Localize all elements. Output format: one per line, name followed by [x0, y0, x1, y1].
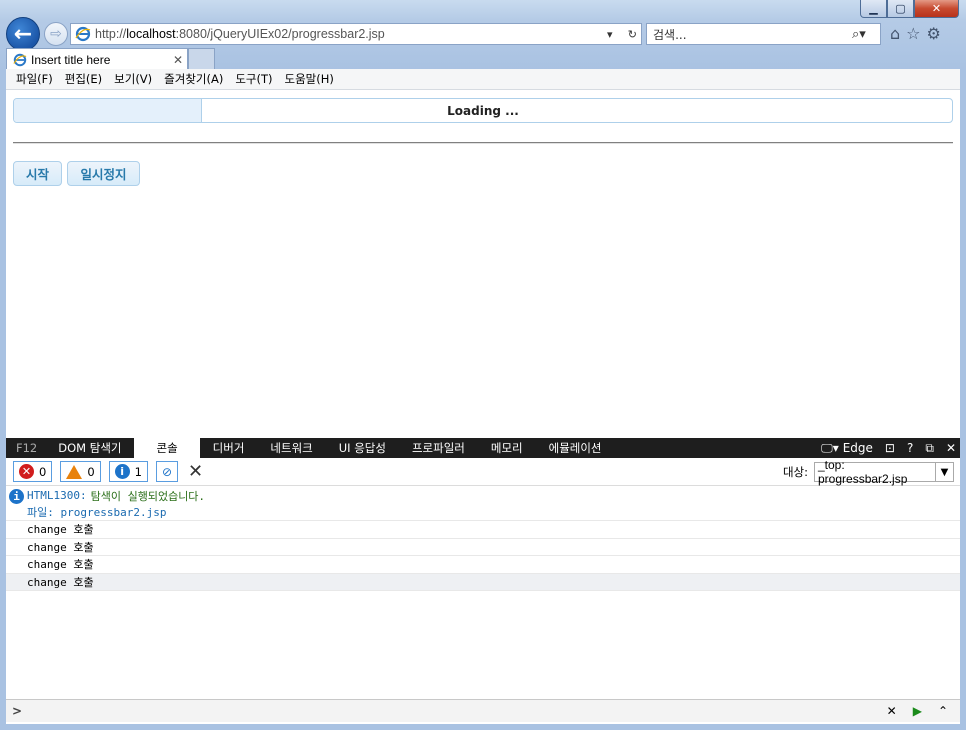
message-code[interactable]: HTML1300: — [27, 489, 87, 502]
tab-profiler[interactable]: 프로파일러 — [399, 438, 478, 458]
progress-label: Loading ... — [447, 103, 519, 118]
arrow-right-icon: ⇨ — [50, 26, 62, 42]
divider — [13, 142, 953, 144]
menu-view[interactable]: 보기(V) — [108, 71, 158, 87]
search-box[interactable]: 검색... ⌕▾ — [646, 23, 881, 45]
tab-dom-explorer[interactable]: DOM 탐색기 — [45, 438, 134, 458]
devtools-tabs: F12 DOM 탐색기 콘솔 디버거 네트워크 UI 응답성 프로파일러 메모리… — [6, 438, 960, 458]
console-message: i HTML1300: 탐색이 실행되었습니다. — [6, 487, 960, 504]
back-button[interactable]: ← — [6, 17, 40, 51]
tab-debugger[interactable]: 디버거 — [200, 438, 258, 458]
tab-ui-responsiveness[interactable]: UI 응답성 — [326, 438, 399, 458]
ie-page-icon — [75, 26, 91, 42]
arrow-left-icon: ← — [13, 21, 33, 47]
menu-favorites[interactable]: 즐겨찾기(A) — [158, 71, 229, 87]
warning-icon — [66, 464, 83, 479]
devtools-panel: F12 DOM 탐색기 콘솔 디버거 네트워크 UI 응답성 프로파일러 메모리… — [6, 438, 960, 724]
menu-edit[interactable]: 편집(E) — [59, 71, 108, 87]
errors-count: 0 — [39, 464, 47, 479]
document-mode-icon[interactable]: 🖵▾ — [821, 441, 839, 456]
tab-network[interactable]: 네트워크 — [257, 438, 325, 458]
tab-title: Insert title here — [31, 52, 111, 67]
search-input[interactable]: 검색... — [647, 26, 852, 43]
navigate-clear-icon: ⊘ — [161, 464, 173, 479]
info-icon: i — [114, 464, 130, 479]
page-content: Loading ... 시작 일시정지 — [6, 90, 960, 438]
message-text: 탐색이 실행되었습니다. — [90, 489, 206, 503]
menu-help[interactable]: 도움말(H) — [279, 71, 340, 87]
devtools-f12-label: F12 — [16, 441, 38, 455]
address-bar[interactable]: http://localhost:8080/jQueryUIEx02/progr… — [70, 23, 642, 45]
start-button[interactable]: 시작 — [13, 161, 62, 186]
console-prompt: > — [12, 704, 23, 718]
errors-filter-button[interactable]: ✕ 0 — [13, 461, 53, 482]
gear-icon[interactable]: ⚙ — [927, 24, 941, 43]
menu-file[interactable]: 파일(F) — [10, 71, 59, 87]
console-toggle-icon[interactable]: ⊡ — [885, 441, 895, 455]
error-icon: ✕ — [19, 464, 34, 479]
tab-close-icon[interactable]: ✕ — [169, 53, 187, 67]
console-input[interactable]: > ✕ ▶ ⌃ — [6, 699, 960, 722]
info-icon: i — [9, 489, 24, 504]
undock-icon[interactable]: ⧉ — [925, 441, 934, 456]
clear-console-icon[interactable]: ✕ — [188, 461, 203, 482]
toolbar-icons: ⌂ ☆ ⚙ — [890, 24, 941, 43]
tab-memory[interactable]: 메모리 — [478, 438, 536, 458]
run-icon[interactable]: ▶ — [913, 704, 922, 718]
forward-button[interactable]: ⇨ — [44, 22, 68, 46]
message-file-link[interactable]: 파일: progressbar2.jsp — [6, 504, 960, 521]
tab-emulation[interactable]: 에뮬레이션 — [536, 438, 615, 458]
progress-bar: Loading ... — [13, 98, 953, 123]
chevron-down-icon[interactable]: ▼ — [935, 463, 953, 481]
favorites-star-icon[interactable]: ☆ — [906, 24, 920, 43]
browser-window: ▁ ▢ ✕ ← ⇨ http://localhost:8080/jQueryUI… — [0, 0, 966, 730]
info-filter-button[interactable]: i 1 — [108, 461, 148, 482]
console-output: i HTML1300: 탐색이 실행되었습니다. 파일: progressbar… — [6, 487, 960, 591]
menu-tools[interactable]: 도구(T) — [229, 71, 278, 87]
log-line: change 호출 — [6, 556, 960, 574]
menu-bar: 파일(F) 편집(E) 보기(V) 즐겨찾기(A) 도구(T) 도움말(H) — [6, 69, 960, 90]
target-selector: 대상: _top: progressbar2.jsp ▼ — [782, 458, 954, 486]
close-devtools-icon[interactable]: ✕ — [946, 441, 956, 455]
new-tab-button[interactable] — [188, 48, 215, 69]
help-icon[interactable]: ? — [907, 441, 913, 455]
target-dropdown[interactable]: _top: progressbar2.jsp ▼ — [814, 458, 954, 486]
ie-tab-icon — [13, 53, 27, 66]
document-mode-label[interactable]: Edge — [843, 441, 873, 455]
log-line: change 호출 — [6, 539, 960, 556]
pause-button[interactable]: 일시정지 — [67, 161, 140, 186]
refresh-icon[interactable]: ↻ — [628, 28, 637, 41]
address-url[interactable]: http://localhost:8080/jQueryUIEx02/progr… — [95, 27, 607, 41]
browser-tab[interactable]: Insert title here ✕ — [6, 48, 188, 70]
warnings-filter-button[interactable]: 0 — [60, 461, 101, 482]
clear-input-icon[interactable]: ✕ — [887, 704, 897, 718]
tab-console[interactable]: 콘솔 — [134, 438, 200, 458]
home-icon[interactable]: ⌂ — [890, 24, 900, 43]
log-line: change 호출 — [6, 521, 960, 539]
address-dropdown-icon[interactable]: ▾ — [607, 28, 613, 41]
expand-icon[interactable]: ⌃ — [938, 704, 948, 718]
target-label: 대상: — [782, 465, 808, 479]
info-count: 1 — [134, 464, 142, 479]
clear-on-navigate-button[interactable]: ⊘ — [155, 461, 178, 482]
log-line: change 호출 — [6, 573, 960, 591]
search-icon[interactable]: ⌕▾ — [852, 27, 880, 42]
target-value: _top: progressbar2.jsp — [818, 458, 908, 486]
navigation-bar: ← ⇨ http://localhost:8080/jQueryUIEx02/p… — [0, 15, 966, 51]
tab-strip: Insert title here ✕ — [0, 47, 966, 70]
warnings-count: 0 — [87, 464, 95, 479]
